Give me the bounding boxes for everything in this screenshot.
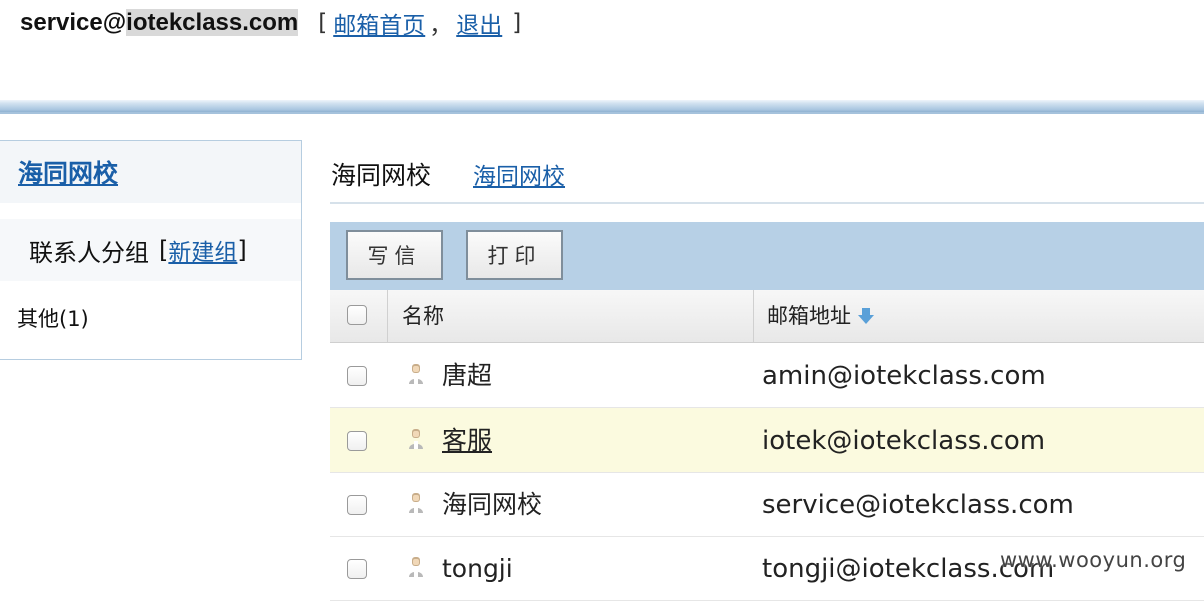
row-checkbox[interactable] [347,431,367,451]
title-divider [330,202,1204,204]
new-group-link[interactable]: 新建组 [168,233,237,267]
column-header-email-label: 邮箱地址 [767,304,851,328]
table-row[interactable]: 唐超 amin@iotekclass.com [330,343,1204,408]
contact-email: amin@iotekclass.com [762,361,1046,391]
sidebar-header: 海同网校 [0,141,301,203]
mailbox-home-link[interactable]: 邮箱首页 [333,6,425,40]
contact-person-icon [409,429,423,449]
main-header: 海同网校 海同网校 [331,156,565,192]
sidebar-title-link[interactable]: 海同网校 [18,154,118,190]
row-checkbox[interactable] [347,559,367,579]
contact-name[interactable]: 客服 [442,408,492,472]
account-email: service@iotekclass.com [20,9,299,37]
table-row[interactable]: 客服 iotek@iotekclass.com [330,408,1204,473]
page-title: 海同网校 [331,161,432,190]
column-divider [387,290,388,342]
contact-person-icon [409,557,423,577]
row-checkbox[interactable] [347,495,367,515]
header-divider-bar [0,100,1204,114]
contact-groups-label: 联系人分组 [29,238,149,267]
logout-link[interactable]: 退出 [456,6,502,40]
select-all-checkbox[interactable] [347,305,367,325]
contact-email: service@iotekclass.com [762,490,1074,520]
watermark-text: www.wooyun.org [1000,548,1187,572]
sidebar-item-other[interactable]: 其他(1) [0,303,301,333]
account-email-domain: iotekclass.com [126,9,299,36]
column-header-name[interactable]: 名称 [402,290,444,342]
page-title-link[interactable]: 海同网校 [473,157,565,191]
account-email-prefix: service@ [20,9,127,36]
table-row[interactable]: 海同网校 service@iotekclass.com [330,472,1204,537]
column-divider [753,290,754,342]
print-button[interactable]: 打印 [466,230,563,280]
contact-email: iotek@iotekclass.com [762,426,1046,456]
contact-name[interactable]: 唐超 [442,343,492,407]
contacts-sidebar: 海同网校 联系人分组 [新建组] 其他(1) [0,140,302,360]
contact-person-icon [409,364,423,384]
sort-descending-icon[interactable] [857,306,875,326]
bracket-open: [ [318,10,328,36]
write-mail-button[interactable]: 写信 [346,230,443,280]
link-separator: ， [429,13,453,39]
contact-groups-header: 联系人分组 [新建组] [0,219,301,281]
new-group-bracket-close: ] [237,236,247,264]
contact-person-icon [409,493,423,513]
account-bar: service@iotekclass.com [ 邮箱首页 ， 退出 ] [20,6,521,40]
new-group-bracket-open: [ [159,236,169,264]
contact-name[interactable]: tongji [442,536,513,600]
toolbar: 写信 打印 [330,222,1204,290]
bracket-close: ] [512,10,522,36]
row-checkbox[interactable] [347,366,367,386]
column-header-email[interactable]: 邮箱地址 [767,290,875,342]
table-header: 名称 邮箱地址 [330,290,1204,343]
contact-name[interactable]: 海同网校 [442,472,542,536]
